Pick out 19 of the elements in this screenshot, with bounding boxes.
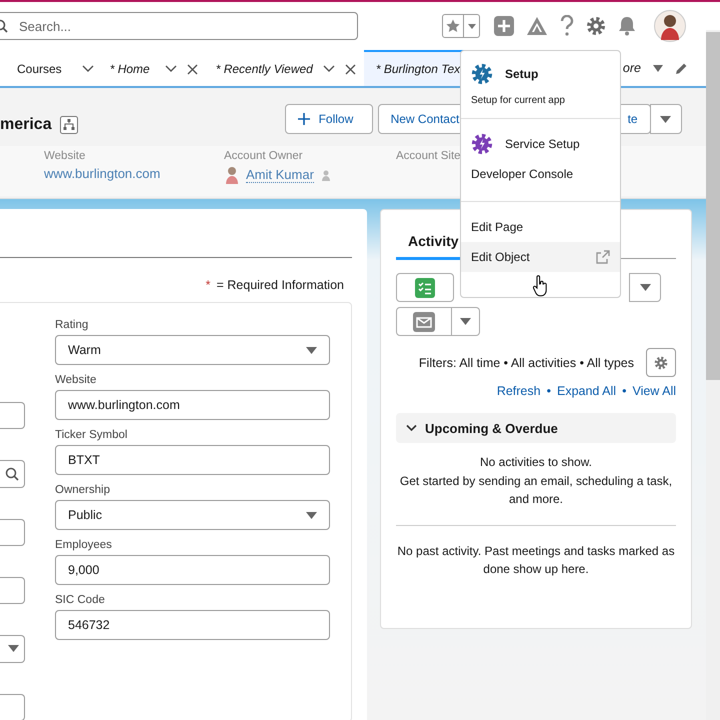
field-label: Website <box>44 150 86 162</box>
separator-dot: • <box>622 384 626 398</box>
empty-title: No activities to show. <box>478 454 594 471</box>
past-activity-text: No past activity. Past meetings and tasks marked as done show up here. <box>396 542 676 578</box>
field-label: Website <box>55 374 98 386</box>
field-label: Ticker Symbol <box>55 429 128 441</box>
required-asterisk: * <box>206 278 210 292</box>
required-note: = Required Information <box>216 278 344 292</box>
menu-subtitle: Setup for current app <box>471 95 566 106</box>
field-label: Account Owner <box>224 150 304 162</box>
field-label: SIC Code <box>55 594 106 606</box>
field-label: Rating <box>55 319 90 331</box>
field-label: Account Site <box>396 150 462 162</box>
separator-dot: • <box>546 384 551 398</box>
empty-text: Get started by sending an email, scheduling a task, and more. <box>398 472 674 508</box>
record-title: merica <box>0 116 52 134</box>
field-label: Ownership <box>55 484 111 496</box>
filters-text: Filters: All time • All activities • All types <box>418 356 634 370</box>
field-label: Employees <box>55 539 113 551</box>
